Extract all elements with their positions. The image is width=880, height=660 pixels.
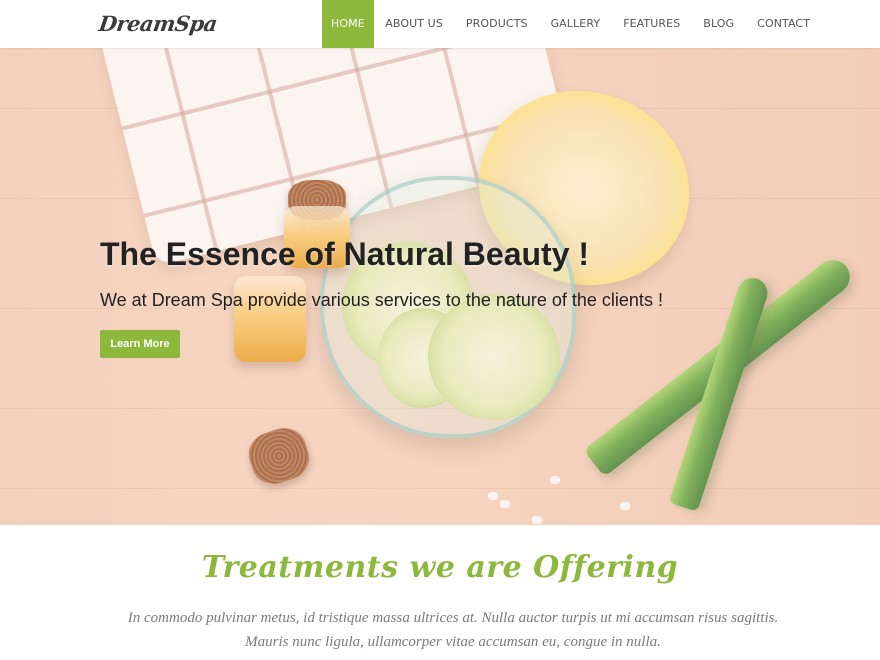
learn-more-button[interactable]: Learn More: [100, 330, 180, 358]
nav-item-gallery[interactable]: GALLERY: [539, 0, 612, 48]
nav-item-contact[interactable]: CONTACT: [746, 0, 822, 48]
hero-banner: The Essence of Natural Beauty ! We at Dr…: [0, 48, 880, 525]
nav-item-home[interactable]: HOME: [322, 0, 374, 48]
section-title: Treatments we are Offering: [201, 550, 679, 585]
hero-title: The Essence of Natural Beauty !: [100, 236, 590, 272]
nav-item-features[interactable]: FEATURES: [612, 0, 692, 48]
nav-item-products[interactable]: PRODUCTS: [454, 0, 539, 48]
main-nav: HOME ABOUT US PRODUCTS GALLERY FEATURES …: [322, 0, 822, 48]
nav-item-blog[interactable]: BLOG: [692, 0, 746, 48]
hero-subtitle: We at Dream Spa provide various services…: [100, 290, 663, 310]
nav-item-about-us[interactable]: ABOUT US: [374, 0, 455, 48]
section-description: In commodo pulvinar metus, id tristique …: [127, 610, 779, 650]
site-header: DreamSpa HOME ABOUT US PRODUCTS GALLERY …: [0, 0, 880, 48]
hero-overlay: [0, 48, 880, 525]
site-logo[interactable]: DreamSpa: [97, 11, 218, 36]
